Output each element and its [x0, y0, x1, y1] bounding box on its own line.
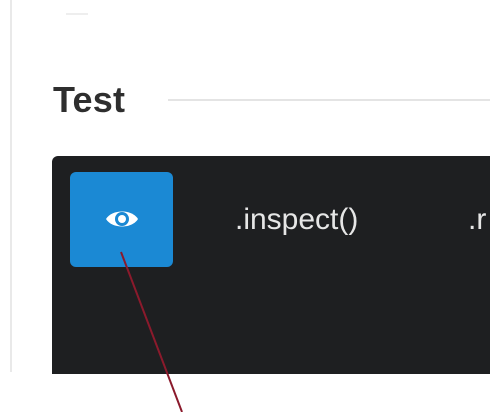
section-title: Test: [53, 79, 126, 120]
left-divider: [10, 0, 12, 372]
inspect-method-label[interactable]: .inspect(): [235, 200, 358, 240]
eye-icon: [106, 211, 138, 227]
next-method-label[interactable]: .r: [468, 200, 486, 240]
top-divider-tick: [66, 13, 88, 15]
app-frame: Test .inspect() .r: [0, 0, 490, 412]
inspect-eye-button[interactable]: [70, 172, 173, 267]
bottom-whitespace: [0, 374, 490, 412]
section-divider: [168, 99, 490, 101]
